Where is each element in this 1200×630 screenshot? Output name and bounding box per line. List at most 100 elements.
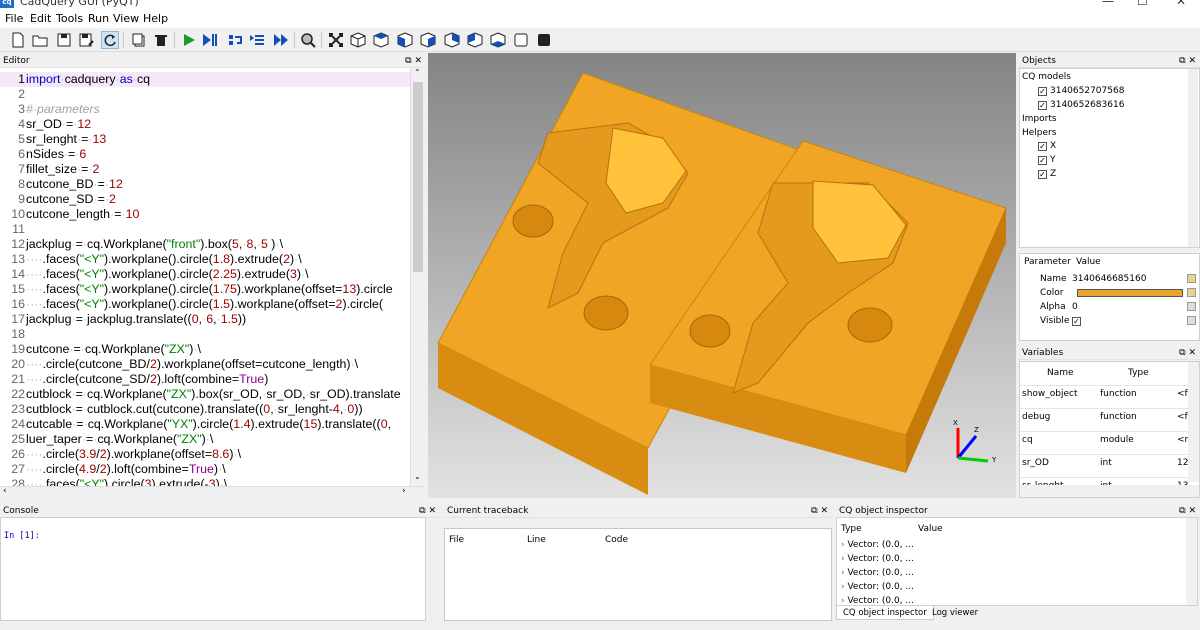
- checkbox-checked-icon[interactable]: ✓: [1038, 170, 1047, 179]
- inspector-row[interactable]: › Vector: (0.0, ...: [841, 568, 914, 578]
- code-line[interactable]: 17jackplug·=·jackplug.translate((0,·6,·1…: [0, 312, 414, 327]
- tree-item-helper-z[interactable]: ✓ Z: [1038, 169, 1056, 179]
- variables-h-scrollbar[interactable]: [1020, 485, 1199, 497]
- save-icon[interactable]: [55, 31, 73, 49]
- panel-float-close-icon[interactable]: ⧉ ✕: [405, 54, 422, 68]
- color-swatch[interactable]: [1077, 289, 1183, 297]
- code-line[interactable]: 4sr_OD·=·12: [0, 117, 414, 132]
- panel-float-close-icon[interactable]: ⧉ ✕: [811, 504, 828, 518]
- tab-cq-object-inspector[interactable]: CQ object inspector: [836, 606, 934, 620]
- reset-icon[interactable]: [1187, 288, 1196, 297]
- reset-icon[interactable]: [1187, 316, 1196, 325]
- inspector-row[interactable]: › Vector: (0.0, ...: [841, 582, 914, 592]
- code-line[interactable]: 13····.faces("<Y").workplane().circle(1.…: [0, 252, 414, 267]
- inspector-scrollbar[interactable]: [1186, 518, 1197, 605]
- code-line[interactable]: 19cutcone·=·cq.Workplane("ZX")·\: [0, 342, 414, 357]
- var-name-cell[interactable]: cq: [1022, 435, 1033, 445]
- panel-float-close-icon[interactable]: ⧉ ✕: [1179, 346, 1196, 360]
- code-line[interactable]: 22cutblock·=·cq.Workplane("ZX").box(sr_O…: [0, 387, 414, 402]
- editor-horizontal-scrollbar[interactable]: ‹ ›: [0, 486, 424, 498]
- tree-item-helper-y[interactable]: ✓ Y: [1038, 155, 1056, 165]
- checkbox-checked-icon[interactable]: ✓: [1072, 317, 1081, 326]
- code-editor[interactable]: 1import·cadquery·as·cq 2 3#·parameters 4sr_…: [0, 68, 415, 486]
- checkbox-checked-icon[interactable]: ✓: [1038, 101, 1047, 110]
- tree-item-cq-models[interactable]: CQ models: [1022, 72, 1071, 82]
- tree-item-helper-x[interactable]: ✓ X: [1038, 141, 1056, 151]
- menu-edit[interactable]: Edit: [30, 12, 51, 25]
- checkbox-checked-icon[interactable]: ✓: [1038, 156, 1047, 165]
- code-line[interactable]: 15····.faces("<Y").workplane().circle(1.…: [0, 282, 414, 297]
- view-left-icon[interactable]: [466, 31, 484, 49]
- tree-item-imports[interactable]: Imports: [1022, 114, 1057, 124]
- editor-scroll-thumb[interactable]: [413, 82, 423, 272]
- view-top-icon[interactable]: [372, 31, 390, 49]
- step-in-icon[interactable]: [248, 31, 266, 49]
- wireframe-icon[interactable]: [512, 31, 530, 49]
- code-line[interactable]: 25luer_taper·=·cq.Workplane("ZX")·\: [0, 432, 414, 447]
- var-value-cell[interactable]: <f: [1177, 412, 1188, 422]
- var-type-cell[interactable]: module: [1100, 435, 1134, 445]
- code-line[interactable]: 24cutcable·=·cq.Workplane("YX").circle(1…: [0, 417, 414, 432]
- view-bottom-icon[interactable]: [489, 31, 507, 49]
- var-value-cell[interactable]: <f: [1177, 389, 1188, 399]
- continue-icon[interactable]: [272, 31, 290, 49]
- tree-item-model-1[interactable]: ✓ 3140652707568: [1038, 86, 1124, 96]
- code-line[interactable]: 12jackplug·=·cq.Workplane("front").box(5…: [0, 237, 414, 252]
- panel-float-close-icon[interactable]: ⧉ ✕: [419, 504, 436, 518]
- prop-alpha-value[interactable]: 0: [1072, 302, 1078, 312]
- code-line[interactable]: 10cutcone_length·=·10: [0, 207, 414, 222]
- code-line[interactable]: 7fillet_size·=·2: [0, 162, 414, 177]
- 3d-viewer[interactable]: X Z Y: [428, 53, 1016, 498]
- code-line[interactable]: 6nSides·=·6: [0, 147, 414, 162]
- tree-item-model-2[interactable]: ✓ 3140652683616: [1038, 100, 1124, 110]
- inspector-row[interactable]: › Vector: (0.0, ...: [841, 554, 914, 564]
- zoom-icon[interactable]: [299, 31, 317, 49]
- prop-name-value[interactable]: 3140646685160: [1072, 274, 1146, 284]
- code-line[interactable]: 20····.circle(cutcone_BD/2).workplane(of…: [0, 357, 414, 372]
- variables-scrollbar[interactable]: [1188, 362, 1199, 482]
- code-line[interactable]: 9cutcone_SD·=·2: [0, 192, 414, 207]
- view-back-icon[interactable]: [443, 31, 461, 49]
- delete-icon[interactable]: [152, 31, 170, 49]
- menu-help[interactable]: Help: [143, 12, 168, 25]
- console[interactable]: In [1]:: [0, 517, 439, 621]
- code-line[interactable]: 21····.circle(cutcone_SD/2).loft(combine…: [0, 372, 414, 387]
- view-iso-icon[interactable]: [349, 31, 367, 49]
- clear-icon[interactable]: [130, 31, 148, 49]
- menu-view[interactable]: View: [113, 12, 139, 25]
- view-right-icon[interactable]: [419, 31, 437, 49]
- menu-run[interactable]: Run: [88, 12, 109, 25]
- var-type-cell[interactable]: function: [1100, 412, 1137, 422]
- var-name-cell[interactable]: sr_OD: [1022, 458, 1049, 468]
- var-name-cell[interactable]: debug: [1022, 412, 1050, 422]
- close-button[interactable]: ✕: [1176, 0, 1186, 8]
- checkbox-checked-icon[interactable]: ✓: [1038, 87, 1047, 96]
- prop-visible-checkbox[interactable]: ✓: [1072, 316, 1084, 326]
- maximize-button[interactable]: ☐: [1137, 0, 1148, 8]
- step-icon[interactable]: [226, 31, 244, 49]
- inspector-row[interactable]: › Vector: (0.0, ...: [841, 596, 914, 605]
- scroll-right-icon[interactable]: ›: [402, 486, 406, 496]
- autoreload-icon[interactable]: [101, 31, 119, 49]
- reset-icon[interactable]: [1187, 302, 1196, 311]
- code-line[interactable]: 23cutblock·=·cutblock.cut(cutcone).trans…: [0, 402, 414, 417]
- code-line[interactable]: 3#·parameters: [0, 102, 414, 117]
- shaded-icon[interactable]: [535, 31, 553, 49]
- checkbox-checked-icon[interactable]: ✓: [1038, 142, 1047, 151]
- code-line[interactable]: 5sr_lenght·=·13: [0, 132, 414, 147]
- new-file-icon[interactable]: [9, 31, 27, 49]
- scroll-left-icon[interactable]: ‹: [3, 486, 7, 496]
- var-value-cell[interactable]: 12: [1177, 458, 1188, 468]
- fit-icon[interactable]: [327, 31, 345, 49]
- code-line[interactable]: 8cutcone_BD·=·12: [0, 177, 414, 192]
- code-line[interactable]: 11: [0, 222, 414, 237]
- menu-file[interactable]: File: [5, 12, 23, 25]
- menu-tools[interactable]: Tools: [56, 12, 83, 25]
- console-scrollbar[interactable]: [427, 518, 439, 620]
- inspector-row[interactable]: › Vector: (0.0, ...: [841, 540, 914, 550]
- var-type-cell[interactable]: int: [1100, 458, 1112, 468]
- view-front-icon[interactable]: [396, 31, 414, 49]
- objects-scrollbar[interactable]: [1188, 69, 1198, 247]
- code-line[interactable]: 28····.faces("<Y").circle(3).extrude(-3)…: [0, 477, 414, 486]
- panel-float-close-icon[interactable]: ⧉ ✕: [1179, 54, 1196, 68]
